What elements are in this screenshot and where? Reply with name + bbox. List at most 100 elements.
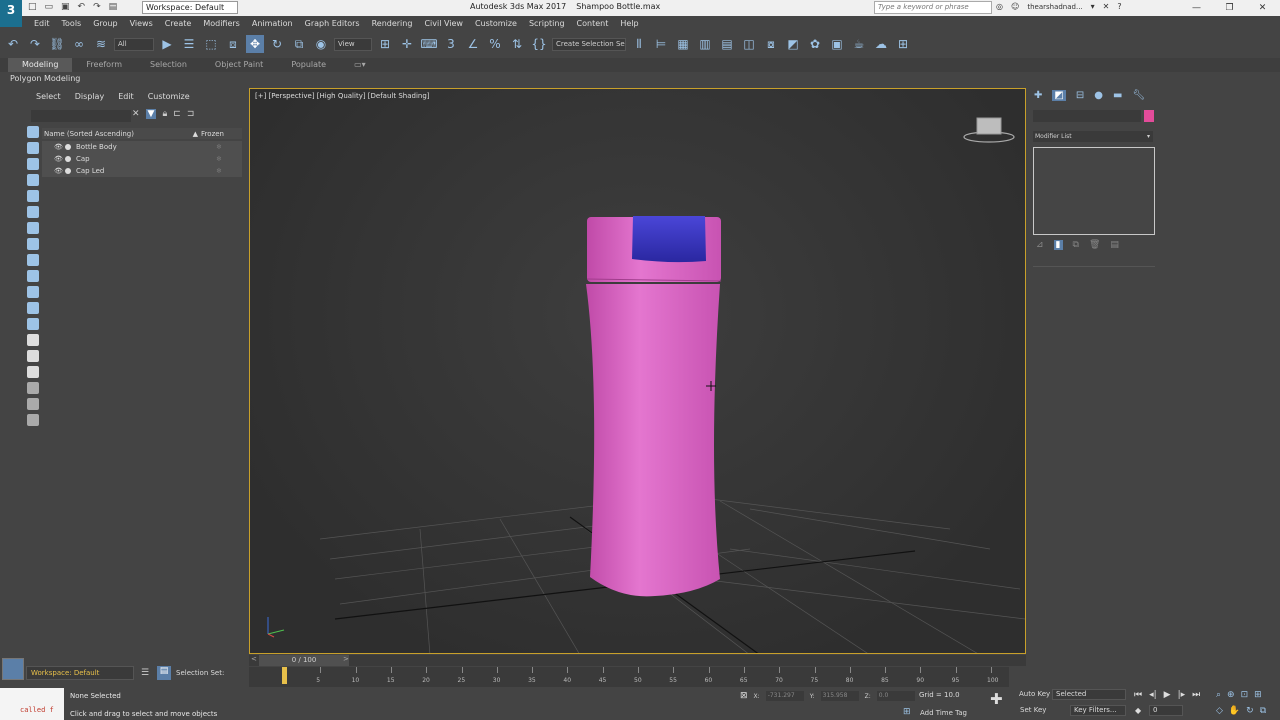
user-icon[interactable]: ☺ — [1011, 2, 1019, 11]
help-icon[interactable]: ? — [1117, 2, 1121, 11]
lock-icon[interactable]: 🔒︎ — [162, 109, 167, 119]
app-logo[interactable]: 3 — [0, 0, 22, 27]
object-color-swatch[interactable] — [1144, 110, 1154, 122]
menu-graph-editors[interactable]: Graph Editors — [305, 19, 360, 28]
project-folder-icon[interactable]: ▤ — [109, 2, 118, 12]
link-icon[interactable]: ⛓ — [48, 35, 66, 53]
display-frozen-icon[interactable] — [27, 302, 39, 314]
reference-coordinate-dropdown[interactable]: View — [334, 37, 372, 51]
maximize-button[interactable]: ❐ — [1213, 0, 1246, 16]
display-bones-icon[interactable] — [27, 270, 39, 282]
menu-scripting[interactable]: Scripting — [529, 19, 565, 28]
go-to-end-icon[interactable]: ⏭ — [1192, 690, 1200, 700]
next-frame-icon[interactable]: > — [343, 655, 349, 663]
tab-populate[interactable]: Populate — [277, 58, 340, 72]
make-unique-icon[interactable]: ⧉ — [1073, 240, 1079, 250]
menu-modifiers[interactable]: Modifiers — [203, 19, 240, 28]
ribbon-options-icon[interactable]: ▭▾ — [340, 58, 380, 72]
display-all-icon[interactable] — [27, 126, 39, 138]
minimize-button[interactable]: — — [1180, 0, 1213, 16]
menu-civil-view[interactable]: Civil View — [424, 19, 463, 28]
orbit-icon[interactable]: ↻ — [1246, 706, 1254, 716]
menu-customize[interactable]: Customize — [475, 19, 517, 28]
current-frame-field[interactable]: 0 — [1149, 705, 1183, 716]
utilities-panel-icon[interactable]: 🔧︎ — [1132, 90, 1145, 101]
save-file-icon[interactable]: ▣ — [61, 2, 70, 12]
funnel-icon[interactable] — [27, 382, 39, 394]
display-lights-icon[interactable] — [27, 174, 39, 186]
filter-icon[interactable]: ▼ — [145, 109, 157, 119]
maxscript-listener-icon[interactable] — [2, 658, 24, 680]
tab-modeling[interactable]: Modeling — [8, 58, 73, 72]
set-key-big-icon[interactable]: ✚ — [990, 690, 1003, 708]
play-icon[interactable]: ▶ — [1164, 690, 1171, 700]
prev-frame-icon[interactable]: < — [251, 655, 257, 663]
render-setup-icon[interactable]: ✿ — [806, 35, 824, 53]
select-place-icon[interactable]: ◉ — [312, 35, 330, 53]
material-editor-icon[interactable]: ◩ — [784, 35, 802, 53]
zoom-all-icon[interactable]: ⊕ — [1227, 690, 1235, 700]
toggle-layer-explorer-icon[interactable]: ▥ — [696, 35, 714, 53]
unlink-icon[interactable]: ∞ — [70, 35, 88, 53]
layer-icon[interactable]: ⊐ — [187, 109, 195, 119]
display-cameras-icon[interactable] — [27, 190, 39, 202]
configure-modifier-sets-icon[interactable]: ▤ — [1110, 240, 1119, 250]
chevron-down-icon[interactable]: ▾ — [1091, 2, 1095, 11]
track-bar[interactable]: 5 10 15 20 25 30 35 40 45 50 55 60 65 70 75 80 85 90 95 100 — [249, 667, 1009, 687]
undo-icon[interactable]: ↶ — [4, 35, 22, 53]
polygon-modeling-label[interactable]: Polygon Modeling — [10, 74, 80, 83]
zoom-icon[interactable]: ⌕ — [1216, 690, 1221, 700]
key-mode-dropdown[interactable]: Selected — [1052, 689, 1126, 700]
invert-display-icon[interactable] — [27, 366, 39, 378]
display-hidden-icon[interactable] — [27, 318, 39, 330]
redo-icon[interactable]: ↷ — [93, 2, 101, 12]
create-panel-icon[interactable]: ✚ — [1034, 90, 1042, 101]
pan-icon[interactable]: ✋ — [1229, 706, 1240, 716]
se-menu-edit[interactable]: Edit — [118, 92, 134, 101]
absolute-mode-icon[interactable]: ⊠ — [740, 691, 748, 701]
menu-edit[interactable]: Edit — [34, 19, 50, 28]
motion-panel-icon[interactable]: ● — [1094, 90, 1103, 101]
modify-panel-icon[interactable]: ◩ — [1052, 90, 1066, 101]
tab-freeform[interactable]: Freeform — [72, 58, 136, 72]
layers-icon[interactable]: ☰ — [141, 668, 149, 678]
time-marker[interactable] — [282, 667, 287, 684]
zoom-extents-all-icon[interactable]: ⊞ — [1254, 690, 1262, 700]
select-object-icon[interactable]: ▶ — [158, 35, 176, 53]
eye-icon[interactable]: 👁︎ — [54, 155, 63, 163]
mirror-icon[interactable]: ⫴ — [630, 35, 648, 53]
rectangle-selection-icon[interactable]: ⬚ — [202, 35, 220, 53]
select-rotate-icon[interactable]: ↻ — [268, 35, 286, 53]
snaps-toggle-icon[interactable]: 3 — [442, 35, 460, 53]
menu-views[interactable]: Views — [130, 19, 153, 28]
selection-set-icon[interactable]: ▤ — [157, 666, 171, 680]
rendered-frame-window-icon[interactable]: ▣ — [828, 35, 846, 53]
previous-frame-icon[interactable]: ◂| — [1149, 690, 1157, 700]
viewcube[interactable] — [962, 115, 1016, 145]
viewport-perspective[interactable]: [+] [Perspective] [High Quality] [Defaul… — [249, 88, 1026, 654]
key-mode-toggle-icon[interactable]: ◆ — [1135, 706, 1141, 715]
selection-set-label[interactable]: Selection Set: — [176, 669, 224, 677]
object-name-field[interactable] — [1033, 110, 1141, 122]
time-slider-thumb[interactable]: 0 / 100 — [259, 655, 349, 666]
modifier-list-dropdown[interactable]: Modifier List ▾ — [1033, 131, 1153, 142]
set-key-button[interactable]: Set Key — [1020, 706, 1046, 714]
hierarchy-icon[interactable]: ⊏ — [173, 109, 181, 119]
angle-snap-icon[interactable]: ∠ — [464, 35, 482, 53]
workspace-dropdown[interactable]: Workspace: Default — [142, 1, 238, 14]
scene-row[interactable]: 👁︎ Cap ❄ — [42, 153, 242, 165]
menu-rendering[interactable]: Rendering — [372, 19, 413, 28]
menu-help[interactable]: Help — [620, 19, 638, 28]
key-filters-button[interactable]: Key Filters... — [1070, 705, 1126, 716]
selection-filter-dropdown[interactable]: All — [114, 37, 154, 51]
menu-group[interactable]: Group — [93, 19, 117, 28]
viewport-scene[interactable] — [250, 89, 1026, 654]
schematic-view-icon[interactable]: ⧇ — [762, 35, 780, 53]
redo-icon[interactable]: ↷ — [26, 35, 44, 53]
freeze-icon[interactable]: ❄ — [216, 167, 222, 175]
maximize-viewport-icon[interactable]: ⧉ — [1260, 706, 1266, 716]
render-in-cloud-icon[interactable]: ☁ — [872, 35, 890, 53]
display-all-on-icon[interactable] — [27, 334, 39, 346]
y-coordinate-field[interactable]: 315.958 — [820, 691, 859, 701]
field-of-view-icon[interactable]: ◇ — [1216, 706, 1223, 716]
